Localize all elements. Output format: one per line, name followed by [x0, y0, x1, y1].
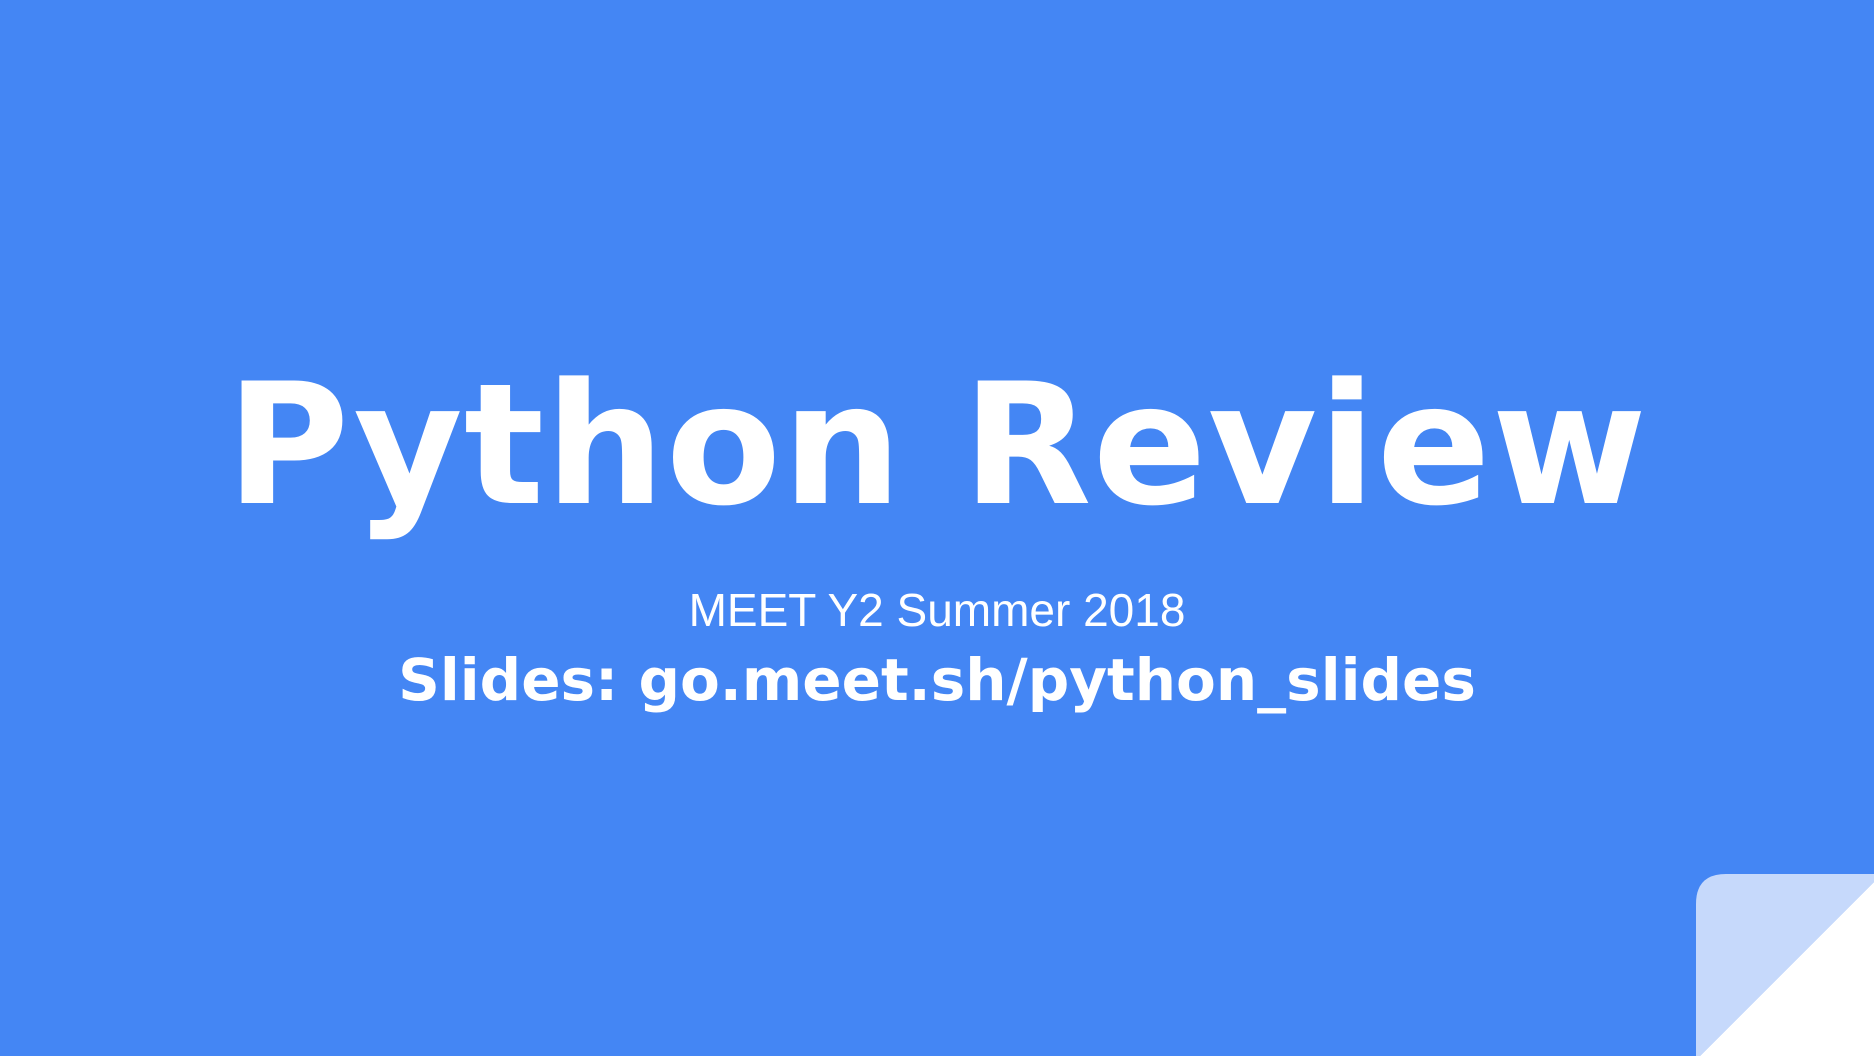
slide: Python Review MEET Y2 Summer 2018 Slides… [0, 0, 1874, 1056]
page-curl-icon [1696, 874, 1874, 1056]
slides-link-text: Slides: go.meet.sh/python_slides [398, 646, 1476, 714]
slide-subtitle: MEET Y2 Summer 2018 [688, 584, 1186, 636]
slide-title: Python Review [226, 347, 1648, 543]
